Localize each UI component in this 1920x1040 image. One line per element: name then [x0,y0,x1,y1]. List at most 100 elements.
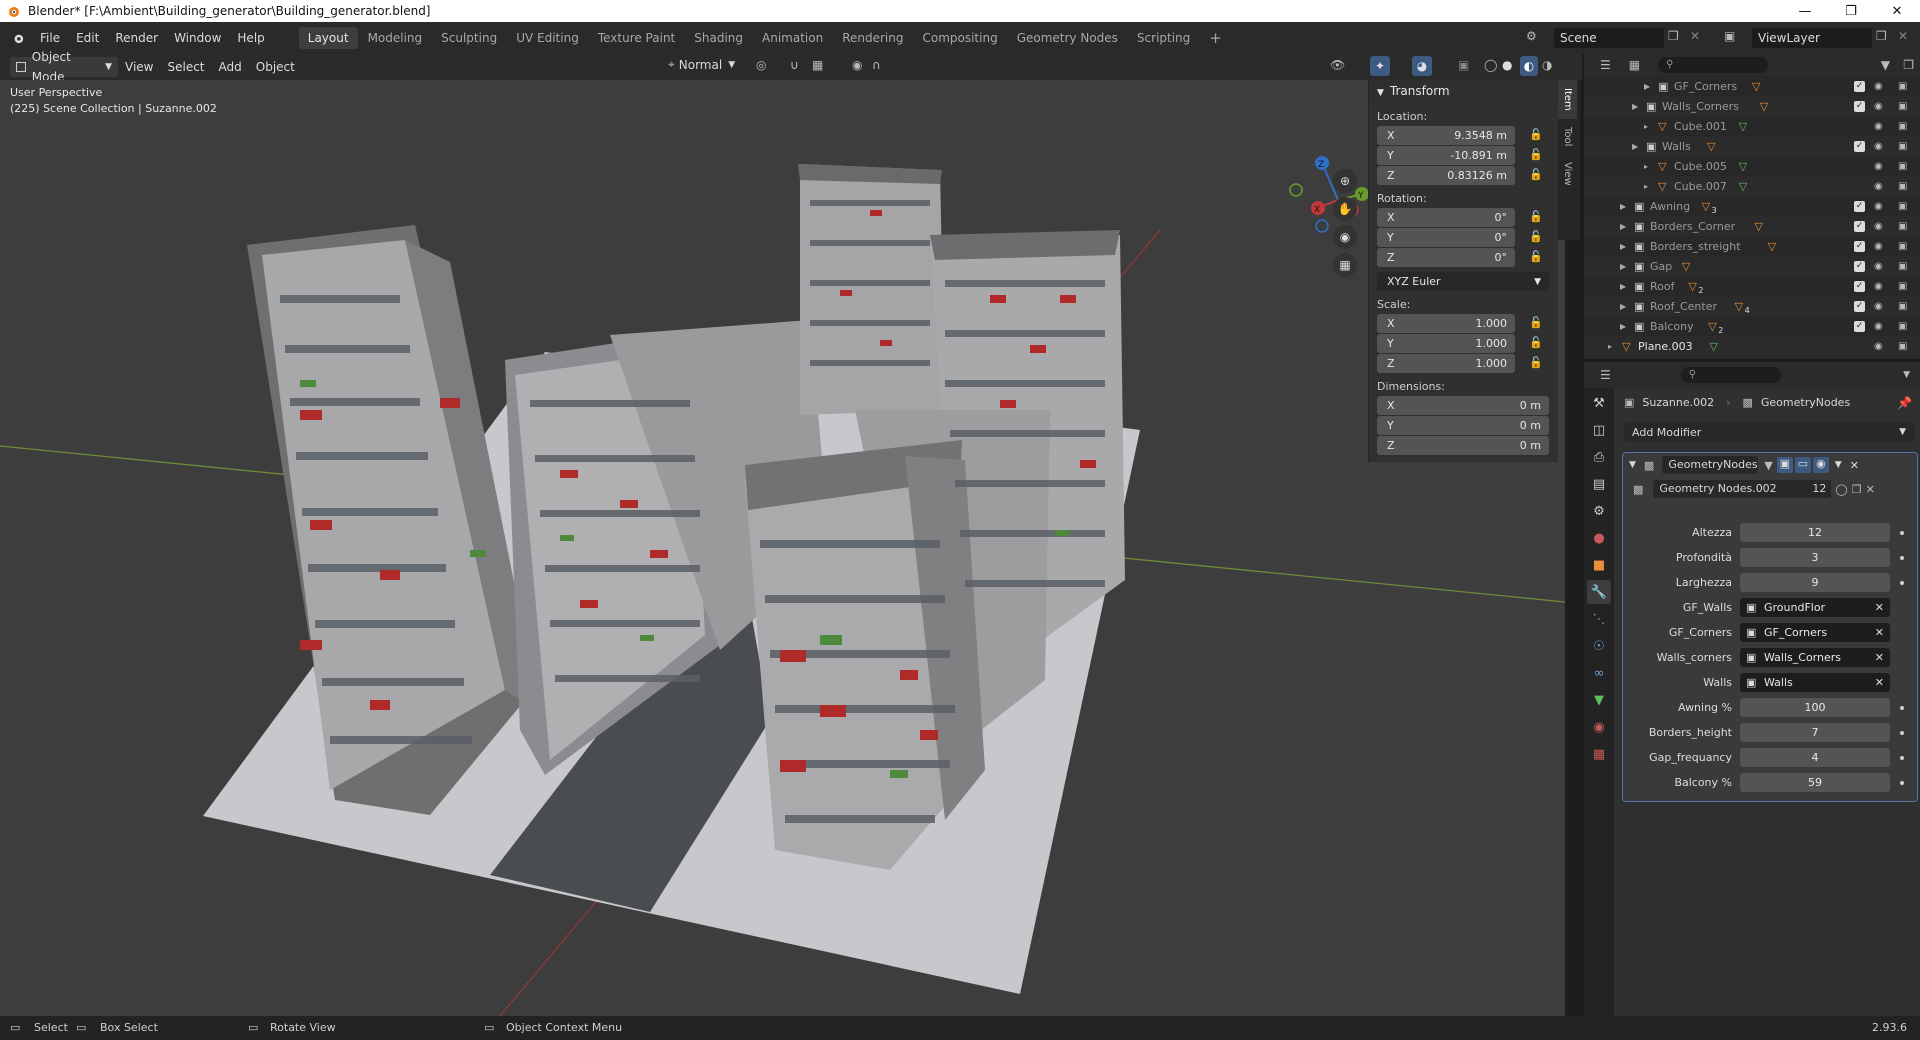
checkbox-icon[interactable]: ✓ [1854,240,1865,252]
output-tab-icon[interactable]: ⎙ [1587,445,1611,469]
scene-icon[interactable]: ⚙ [1526,29,1546,47]
filter-icon[interactable]: ▼ [1881,58,1890,72]
render-camera-icon[interactable]: ▣ [1898,281,1907,292]
pin-icon[interactable]: 📌 [1897,396,1912,410]
render-camera-icon[interactable]: ▣ [1898,341,1907,352]
outliner-row[interactable]: ▶ ▣ Borders_Corner ▽ ✓ ◉ ▣ [1584,216,1920,236]
render-camera-icon[interactable]: ▣ [1898,161,1907,172]
scale-z-field[interactable]: Z 1.000 🔓 [1377,354,1543,373]
visibility-eye-icon[interactable]: ◉ [1874,201,1883,212]
menu-help[interactable]: Help [229,27,272,49]
dimension-z-field[interactable]: Z0 m [1377,436,1549,455]
rotation-z-field[interactable]: Z 0° 🔓 [1377,248,1543,267]
clear-icon[interactable]: ✕ [1875,673,1884,692]
number-field[interactable]: 9 [1740,573,1890,592]
visibility-eye-icon[interactable]: ◉ [1874,261,1883,272]
expand-arrow-icon[interactable]: ▶ [1620,322,1626,331]
checkbox-icon[interactable]: ✓ [1854,200,1865,212]
expand-arrow-icon[interactable]: ▶ [1632,102,1638,111]
outliner-row[interactable]: ▶ ▣ Borders_streight ▽ ✓ ◉ ▣ [1584,236,1920,256]
view-layer-selector[interactable]: ViewLayer [1752,28,1872,48]
view-layer-icon[interactable]: ▣ [1724,29,1735,43]
scale-x-field[interactable]: X 1.000 🔓 [1377,314,1543,333]
overlay-toggle-icon[interactable]: ◕ [1412,56,1432,76]
lock-icon[interactable]: 🔓 [1529,128,1543,142]
falloff-icon[interactable]: ∩ [872,58,881,72]
clear-icon[interactable]: ✕ [1875,648,1884,667]
visibility-eye-icon[interactable]: ◉ [1874,241,1883,252]
number-field[interactable]: 3 [1740,548,1890,567]
lock-icon[interactable]: 🔓 [1529,336,1543,350]
expand-arrow-icon[interactable]: ▶ [1620,242,1626,251]
constraints-tab-icon[interactable]: ∞ [1587,661,1611,685]
render-camera-icon[interactable]: ▣ [1898,321,1907,332]
menu-edit[interactable]: Edit [68,27,107,49]
checkbox-icon[interactable]: ✓ [1854,280,1865,292]
add-modifier-button[interactable]: Add Modifier ▼ [1624,422,1914,442]
visibility-eye-icon[interactable]: ◉ [1874,341,1883,352]
add-workspace-icon[interactable]: + [1200,27,1231,49]
visibility-eye-icon[interactable]: ◉ [1874,101,1883,112]
gizmo-toggle-icon[interactable]: ✦ [1370,56,1390,76]
clear-icon[interactable]: ✕ [1875,598,1884,617]
tab-shading[interactable]: Shading [685,27,752,49]
dimension-x-field[interactable]: X0 m [1377,396,1549,415]
object-tab-icon[interactable]: ■ [1587,553,1611,577]
location-y-field[interactable]: Y -10.891 m 🔓 [1377,146,1543,165]
expand-arrow-icon[interactable]: ▶ [1620,222,1626,231]
remove-scene-icon[interactable]: ✕ [1690,29,1700,43]
tab-uv-editing[interactable]: UV Editing [507,27,588,49]
render-camera-icon[interactable]: ▣ [1898,101,1907,112]
material-tab-icon[interactable]: ◉ [1587,715,1611,739]
keyframe-dot-icon[interactable] [1900,530,1904,535]
lock-icon[interactable]: 🔓 [1529,230,1543,244]
collection-picker[interactable]: ▣ GroundFlor ✕ [1740,598,1890,617]
outliner-search-input[interactable]: ⚲ [1658,57,1769,73]
number-field[interactable]: 100 [1740,698,1890,717]
lock-icon[interactable]: 🔓 [1529,210,1543,224]
visibility-eye-icon[interactable]: ◉ [1874,141,1883,152]
lock-icon[interactable]: 🔓 [1529,316,1543,330]
edit-mode-toggle-icon[interactable]: ▼ [1764,459,1772,472]
visibility-eye-icon[interactable]: ◉ [1874,121,1883,132]
node-group-field[interactable]: Geometry Nodes.002 [1653,480,1808,498]
tab-item[interactable]: Item [1558,80,1577,119]
unlink-icon[interactable]: ✕ [1866,483,1875,496]
ortho-toggle-icon[interactable]: ▦ [1333,253,1357,277]
checkbox-icon[interactable]: ✓ [1854,320,1865,332]
modifier-name-field[interactable]: GeometryNodes [1662,456,1759,474]
tab-animation[interactable]: Animation [753,27,832,49]
particles-tab-icon[interactable]: ⋱ [1587,607,1611,631]
mode-selector[interactable]: Object Mode ▼ [10,50,118,84]
visibility-eye-icon[interactable]: ◉ [1874,161,1883,172]
menu-render[interactable]: Render [107,27,166,49]
render-toggle-icon[interactable]: ◉ [1812,457,1829,473]
tab-compositing[interactable]: Compositing [913,27,1006,49]
render-tab-icon[interactable]: ◫ [1587,418,1611,442]
checkbox-icon[interactable]: ✓ [1854,100,1865,112]
lock-icon[interactable]: 🔓 [1529,356,1543,370]
checkbox-icon[interactable]: ✓ [1854,260,1865,272]
material-shading-icon[interactable]: ◐ [1520,56,1538,76]
display-mode-icon[interactable]: ▦ [1629,58,1640,72]
tab-rendering[interactable]: Rendering [833,27,912,49]
visibility-eye-icon[interactable]: ◉ [1874,321,1883,332]
duplicate-icon[interactable]: ❐ [1852,483,1862,496]
snap-icon[interactable]: ∪ [790,58,799,72]
camera-view-icon[interactable]: ◉ [1333,225,1357,249]
outliner-row[interactable]: ▶ ▣ GF_Corners ▽ ✓ ◉ ▣ [1584,76,1920,96]
view-layer-tab-icon[interactable]: ▤ [1587,472,1611,496]
close-window-icon[interactable]: ✕ [1874,0,1920,22]
editor-type-icon[interactable]: ☰ [1600,58,1611,72]
outliner-row[interactable]: ▶ ▣ Roof ▽ 2 ✓ ◉ ▣ [1584,276,1920,296]
visibility-eye-icon[interactable]: ◉ [1874,301,1883,312]
scene-selector[interactable]: Scene [1554,28,1664,48]
wireframe-shading-icon[interactable]: ◯ [1484,58,1497,72]
expand-arrow-icon[interactable]: ▶ [1632,142,1638,151]
scene-tab-icon[interactable]: ⚙ [1587,499,1611,523]
outliner-row[interactable]: ▸ ▽ Cube.005 ▽ ◉ ▣ [1584,156,1920,176]
new-scene-icon[interactable]: ❐ [1668,29,1679,43]
menu-window[interactable]: Window [166,27,229,49]
world-tab-icon[interactable]: ● [1587,526,1611,550]
outliner-row[interactable]: ▶ ▣ Walls_Corners ▽ ✓ ◉ ▣ [1584,96,1920,116]
